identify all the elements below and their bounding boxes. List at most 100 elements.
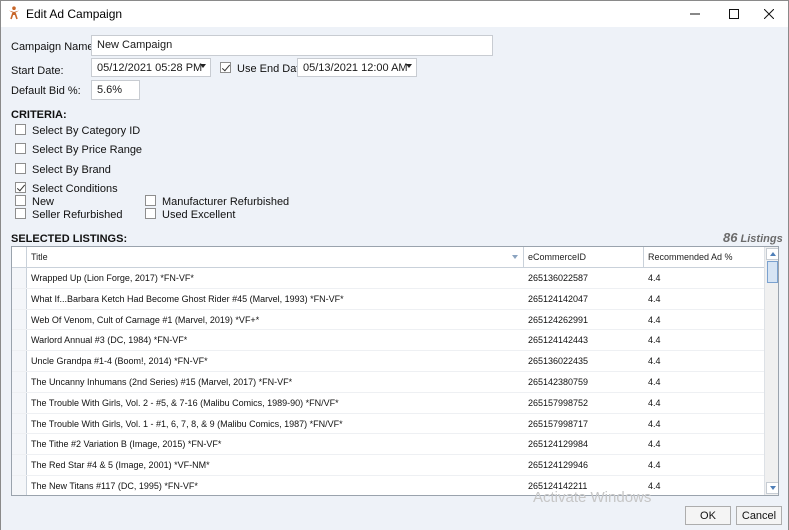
scroll-up-icon[interactable] [766,248,778,260]
listing-id-cell: 265136022435 [528,356,589,367]
condition-seller-refurbished-checkbox[interactable] [15,208,26,219]
column-header-recommended-ad[interactable]: Recommended Ad % [644,247,764,267]
start-date-value: 05/12/2021 05:28 PM [97,62,203,74]
vertical-scrollbar[interactable] [764,247,778,495]
default-bid-input[interactable]: 5.6% [91,80,140,100]
end-date-picker[interactable]: 05/13/2021 12:00 AM [297,58,417,77]
listing-title-cell: The Uncanny Inhumans (2nd Series) #15 (M… [31,376,293,387]
listing-title-cell: Web Of Venom, Cult of Carnage #1 (Marvel… [31,314,260,325]
listing-recommended-cell: 4.4 [648,293,661,304]
chevron-down-icon [406,64,412,68]
scroll-down-icon[interactable] [766,482,778,494]
campaign-name-input[interactable]: New Campaign [91,35,493,56]
row-header-cell[interactable] [12,393,27,413]
edit-ad-campaign-window: Edit Ad Campaign Campaign Name: New Camp… [0,0,789,530]
condition-manufacturer-refurbished-checkbox[interactable] [145,195,156,206]
activation-watermark: Activate Windows [533,489,652,506]
listing-id-cell: 265157998752 [528,397,589,408]
row-header-cell[interactable] [12,372,27,392]
category-id-checkbox[interactable] [15,124,26,135]
listing-title-cell: Wrapped Up (Lion Forge, 2017) *FN-VF* [31,273,194,283]
row-header-corner [12,247,27,267]
row-header-cell[interactable] [12,289,27,309]
listing-id-cell: 265124262991 [528,314,589,325]
row-header-cell[interactable] [12,455,27,475]
table-row[interactable]: Warlord Annual #3 (DC, 1984) *FN-VF* 2651… [12,330,764,352]
listing-title-cell: The New Titans #117 (DC, 1995) *FN-VF* [31,480,198,491]
listing-id-cell: 265124142047 [528,293,589,304]
column-header-title[interactable]: Title [27,247,524,267]
grid-rows: Wrapped Up (Lion Forge, 2017) *FN-VF* 265… [12,268,764,495]
end-date-value: 05/13/2021 12:00 AM [303,62,408,74]
table-row[interactable]: Wrapped Up (Lion Forge, 2017) *FN-VF* 265… [12,268,764,289]
ok-button[interactable]: OK [685,506,731,525]
start-date-picker[interactable]: 05/12/2021 05:28 PM [91,58,211,77]
table-row[interactable]: The Trouble With Girls, Vol. 1 - #1, 6, … [12,414,764,435]
title-bar: Edit Ad Campaign [1,1,788,27]
table-row[interactable]: What If...Barbara Ketch Had Become Ghost… [12,289,764,310]
window-title: Edit Ad Campaign [26,7,123,21]
listing-recommended-cell: 4.4 [648,376,661,387]
cancel-button[interactable]: Cancel [736,506,782,525]
price-range-checkbox[interactable] [15,143,26,154]
listing-recommended-cell: 4.4 [648,418,661,429]
condition-seller-refurbished-label: Seller Refurbished [32,209,123,221]
listing-recommended-cell: 4.4 [648,314,661,325]
brand-checkbox[interactable] [15,163,26,174]
column-title-label: Title [31,252,48,262]
row-header-cell[interactable] [12,310,27,330]
table-row[interactable]: The Trouble With Girls, Vol. 2 - #5, & 7… [12,393,764,414]
sort-descending-icon [512,255,518,259]
condition-used-excellent-checkbox[interactable] [145,208,156,219]
brand-label: Select By Brand [32,164,111,176]
condition-new-label: New [32,196,55,208]
listing-count-number: 86 [723,230,738,245]
listing-recommended-cell: 4.4 [648,480,661,491]
category-id-label: Select By Category ID [32,125,141,137]
listing-title-cell: The Red Star #4 & 5 (Image, 2001) *VF-NM… [31,460,210,471]
select-conditions-label: Select Conditions [32,183,118,195]
listing-title-cell: What If...Barbara Ketch Had Become Ghost… [31,293,344,304]
grid-header: Title eCommerceID Recommended Ad % [12,247,764,268]
listing-count-suffix: Listings [740,233,783,245]
default-bid-label: Default Bid %: [11,85,81,97]
table-row[interactable]: Uncle Grandpa #1-4 (Boom!, 2014) *FN-VF*… [12,351,764,372]
listing-id-cell: 265142380759 [528,376,589,387]
row-header-cell[interactable] [12,476,27,495]
condition-new-checkbox[interactable] [15,195,26,206]
listing-id-cell: 265124129984 [528,439,589,450]
select-conditions-checkbox[interactable] [15,182,26,193]
listing-recommended-cell: 4.4 [648,356,661,367]
column-header-ecommerce-id[interactable]: eCommerceID [524,247,644,267]
listing-id-cell: 265124142443 [528,335,589,346]
row-header-cell[interactable] [12,434,27,454]
listing-title-cell: The Trouble With Girls, Vol. 2 - #5, & 7… [31,397,339,408]
condition-used-excellent-label: Used Excellent [162,209,236,221]
listing-title-cell: The Tithe #2 Variation B (Image, 2015) *… [31,439,222,450]
price-range-label: Select By Price Range [32,144,143,156]
table-row[interactable]: The Uncanny Inhumans (2nd Series) #15 (M… [12,372,764,393]
close-button[interactable] [746,1,789,27]
minimize-icon [690,13,700,15]
chevron-down-icon [200,64,206,68]
row-header-cell[interactable] [12,351,27,371]
listing-count: 86 Listings [723,230,783,245]
use-end-date-label: Use End Date [237,63,306,75]
app-figure-icon [9,6,19,20]
start-date-label: Start Date: [11,65,64,77]
row-header-cell[interactable] [12,268,27,288]
row-header-cell[interactable] [12,414,27,434]
listing-recommended-cell: 4.4 [648,439,661,450]
listing-recommended-cell: 4.4 [648,335,661,346]
listing-title-cell: The Trouble With Girls, Vol. 1 - #1, 6, … [31,418,343,429]
row-header-cell[interactable] [12,330,27,350]
scroll-thumb[interactable] [767,261,778,283]
listing-id-cell: 265124129946 [528,460,589,471]
table-row[interactable]: The Red Star #4 & 5 (Image, 2001) *VF-NM… [12,455,764,476]
use-end-date-checkbox[interactable] [220,62,231,73]
listings-grid: Title eCommerceID Recommended Ad % Wrapp… [11,246,779,496]
criteria-heading: CRITERIA: [11,109,67,121]
table-row[interactable]: Web Of Venom, Cult of Carnage #1 (Marvel… [12,310,764,331]
table-row[interactable]: The Tithe #2 Variation B (Image, 2015) *… [12,434,764,456]
campaign-name-label: Campaign Name: [11,41,97,53]
